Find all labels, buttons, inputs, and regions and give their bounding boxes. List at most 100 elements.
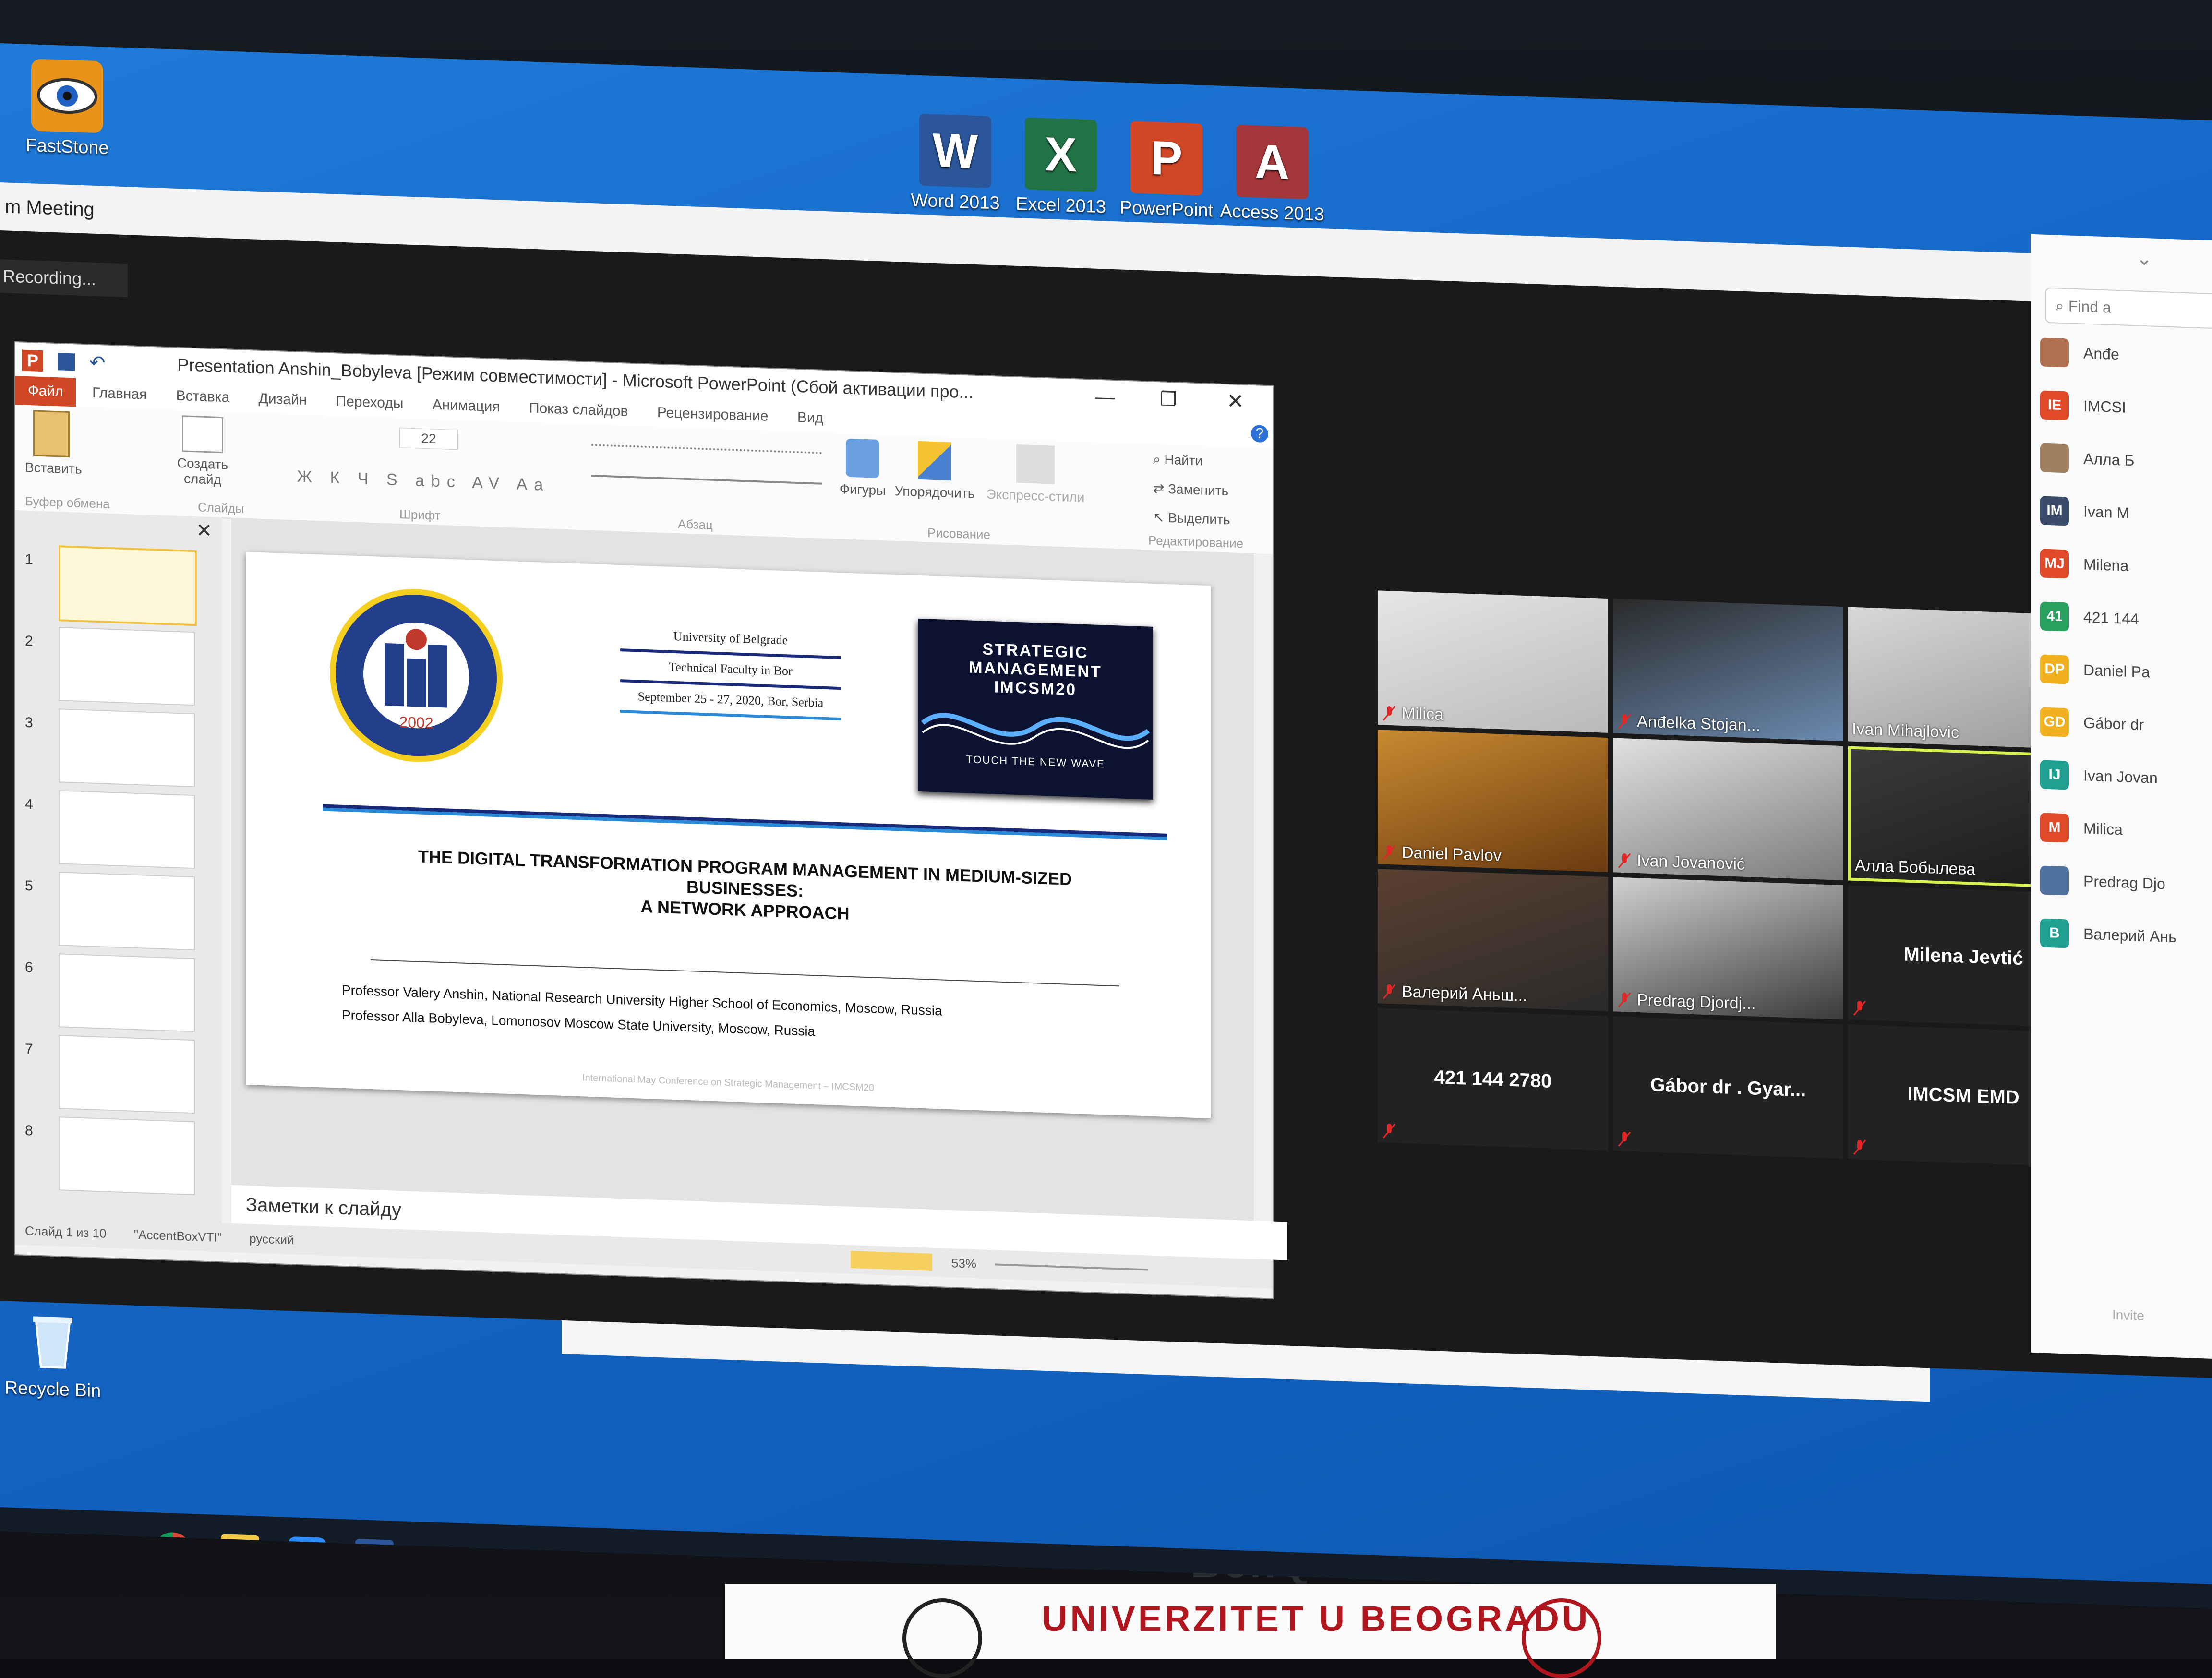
font-format-buttons[interactable]: Ж К Ч S abc AV Aa — [284, 467, 563, 495]
participant-row[interactable]: IM Ivan M — [2031, 489, 2212, 538]
paragraph-buttons[interactable] — [591, 439, 822, 505]
participant-row-name: Ivan Jovan — [2083, 767, 2158, 787]
new-slide-button[interactable]: Создать слайд — [174, 415, 231, 488]
participant-row[interactable]: DP Daniel Pa — [2031, 647, 2212, 696]
replace-button[interactable]: ⇄ Заменить — [1153, 480, 1228, 499]
current-slide[interactable]: 2002 University of Belgrade Technical Fa… — [246, 551, 1211, 1119]
arrange-icon — [918, 441, 951, 481]
tab-home[interactable]: Главная — [80, 378, 159, 410]
thumb-number: 1 — [25, 551, 33, 568]
participant-row[interactable]: 41 421 144 — [2031, 594, 2212, 644]
video-tile[interactable]: Predrag Djordj... — [1613, 877, 1843, 1020]
tab-animations[interactable]: Анимация — [420, 390, 513, 422]
desktop-icon-faststone[interactable]: FastStone — [10, 58, 125, 159]
muted-mic-icon — [1618, 1131, 1631, 1147]
banner-text: UNIVERZITET U BEOGRADU — [1042, 1599, 1591, 1639]
powerpoint-app-icon[interactable]: P — [22, 350, 43, 372]
desktop-icon-excel[interactable]: X Excel 2013 — [1003, 117, 1118, 218]
select-button[interactable]: ↖ Выделить — [1153, 509, 1230, 528]
close-button[interactable]: ✕ — [1226, 384, 1244, 419]
muted-mic-icon — [1382, 706, 1396, 721]
participant-row[interactable]: B Валерий Ань — [2031, 911, 2212, 960]
avatar: IE — [2040, 390, 2069, 420]
slide-thumbnail[interactable] — [59, 1116, 195, 1196]
participant-row[interactable]: Anđe — [2031, 330, 2212, 380]
zoom-meeting-window: m Meeting Recording... P ↶ Presentation … — [0, 182, 2212, 1378]
tab-review[interactable]: Рецензирование — [645, 398, 781, 431]
participant-name: Milica — [1402, 704, 1443, 724]
paste-button[interactable]: Вставить — [25, 410, 82, 477]
tab-slideshow[interactable]: Показ слайдов — [517, 394, 641, 427]
participant-row-name: Milica — [2083, 819, 2123, 839]
replace-icon: ⇄ — [1153, 480, 1168, 496]
shapes-button[interactable]: Фигуры — [831, 438, 894, 499]
save-icon[interactable] — [58, 353, 75, 371]
list-icons — [591, 444, 822, 468]
tab-transitions[interactable]: Переходы — [324, 387, 416, 419]
slide-thumbnail[interactable] — [59, 872, 195, 951]
slide-thumbnail[interactable] — [59, 708, 195, 788]
muted-mic-icon — [1382, 1123, 1396, 1139]
slide-thumbnail[interactable] — [59, 1035, 195, 1114]
avatar: M — [2040, 813, 2069, 843]
tab-design[interactable]: Дизайн — [246, 384, 320, 415]
video-tile-no-video[interactable]: Gábor dr . Gyar... — [1613, 1016, 1843, 1159]
word-icon: W — [919, 113, 991, 189]
participant-name: Ivan Jovanović — [1637, 851, 1745, 874]
desktop-icon-word[interactable]: W Word 2013 — [898, 113, 1013, 214]
undo-icon[interactable]: ↶ — [89, 352, 106, 374]
close-pane-icon[interactable]: ✕ — [196, 519, 212, 542]
desktop-icon-recycle-bin[interactable]: Recycle Bin — [0, 1301, 110, 1402]
participant-row[interactable]: MJ Milena — [2031, 541, 2212, 591]
font-size-box[interactable]: 22 — [399, 428, 458, 450]
muted-mic-icon — [1382, 984, 1396, 999]
slide-thumbnail[interactable] — [59, 790, 195, 869]
participant-row[interactable]: M Milica — [2031, 805, 2212, 855]
slide-thumbnail[interactable] — [59, 627, 195, 706]
vertical-scrollbar[interactable] — [1254, 553, 1273, 1222]
language[interactable]: русский — [249, 1231, 294, 1247]
video-tile[interactable]: Ivan Jovanović — [1613, 738, 1843, 881]
access-icon: A — [1236, 124, 1308, 200]
arrange-button[interactable]: Упорядочить — [894, 440, 975, 502]
video-tile-no-video[interactable]: 421 144 2780 — [1378, 1008, 1608, 1151]
chevron-down-icon[interactable]: ⌄ — [2136, 247, 2152, 270]
desktop-icon-label: Access 2013 — [1220, 201, 1324, 225]
tab-insert[interactable]: Вставка — [164, 381, 242, 413]
recording-indicator[interactable]: Recording... — [0, 259, 128, 298]
tab-view[interactable]: Вид — [785, 403, 836, 433]
slide-thumbnails-pane: ✕ 1 2 3 4 5 6 7 8 — [15, 510, 222, 1223]
theme-name: "AccentBoxVTI" — [133, 1227, 222, 1245]
video-tile[interactable]: Валерий Аньш... — [1378, 869, 1608, 1011]
desktop-icon-label: Excel 2013 — [1015, 193, 1106, 217]
slide-thumbnail[interactable] — [59, 953, 195, 1032]
restore-button[interactable]: ❐ — [1160, 382, 1177, 416]
participant-row-name: Daniel Pa — [2083, 661, 2150, 681]
participant-search[interactable]: ⌕ Find a — [2045, 287, 2212, 329]
invite-button[interactable]: Invite — [2112, 1307, 2144, 1324]
help-icon[interactable]: ? — [1251, 425, 1268, 443]
participant-row[interactable]: GD Gábor dr — [2031, 700, 2212, 749]
group-drawing: Рисование — [927, 525, 990, 542]
muted-mic-icon — [1618, 992, 1631, 1007]
video-tile[interactable]: Milica — [1378, 590, 1608, 733]
participant-row[interactable]: Алла Б — [2031, 436, 2212, 485]
find-button[interactable]: ⌕ Найти — [1153, 452, 1202, 469]
view-buttons[interactable] — [851, 1250, 932, 1271]
slide-thumbnail[interactable] — [59, 545, 197, 626]
participant-row[interactable]: Predrag Djo — [2031, 858, 2212, 908]
participant-row[interactable]: IJ Ivan Jovan — [2031, 753, 2212, 802]
muted-mic-icon — [1618, 853, 1631, 868]
video-tile[interactable]: Daniel Pavlov — [1378, 730, 1608, 872]
participant-row-name: Алла Б — [2083, 450, 2135, 469]
participant-row-name: Ivan M — [2083, 503, 2130, 522]
quick-styles-button[interactable]: Экспресс-стили — [980, 443, 1091, 505]
desktop-icon-access[interactable]: A Access 2013 — [1214, 124, 1330, 225]
participant-row[interactable]: IE IMCSI — [2031, 383, 2212, 432]
zoom-level[interactable]: 53% — [951, 1248, 976, 1278]
zoom-slider[interactable] — [995, 1263, 1148, 1271]
video-tile[interactable]: Anđelka Stojan... — [1613, 599, 1843, 742]
tab-file[interactable]: Файл — [15, 376, 76, 407]
avatar — [2040, 865, 2069, 896]
minimize-button[interactable]: — — [1095, 380, 1115, 414]
